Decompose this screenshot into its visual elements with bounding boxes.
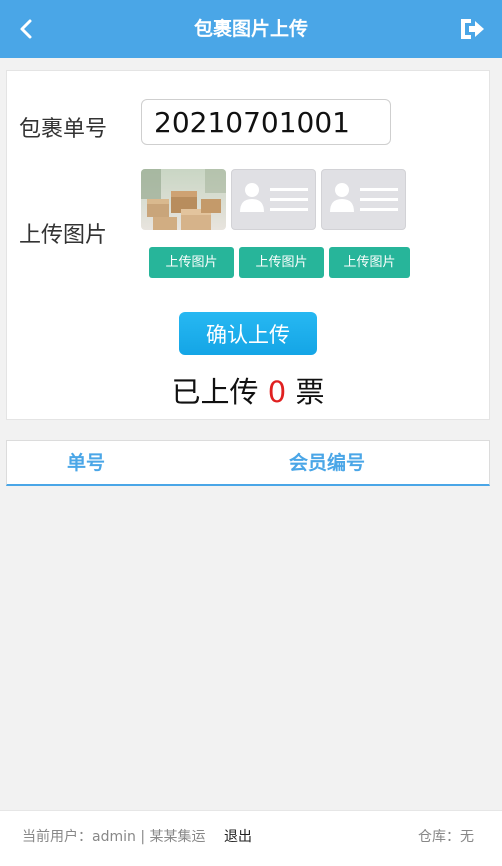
uploaded-count: 已上传 0 票: [7, 369, 489, 411]
upload-image-label: 上传图片: [19, 223, 108, 248]
image-placeholder-slot[interactable]: [321, 169, 406, 230]
logout-link[interactable]: 退出: [224, 811, 252, 863]
id-card-placeholder-icon: [330, 183, 398, 212]
uploaded-count-value: 0: [267, 375, 287, 409]
upload-image-button-3[interactable]: 上传图片: [329, 247, 410, 278]
page-title: 包裹图片上传: [193, 18, 308, 40]
current-user-info: 当前用户：admin | 某某集运: [22, 829, 206, 845]
results-table-header: 单号 会员编号: [6, 440, 490, 486]
confirm-upload-button[interactable]: 确认上传: [179, 312, 317, 355]
id-card-placeholder-icon: [240, 183, 308, 212]
footer-bar: 当前用户：admin | 某某集运 退出 仓库：无: [0, 810, 502, 866]
upload-image-button-1[interactable]: 上传图片: [149, 247, 234, 278]
warehouse-info: 仓库：无: [418, 829, 474, 845]
upload-form-card: 包裹单号 上传图片: [6, 70, 490, 420]
app-header: 包裹图片上传: [0, 0, 502, 58]
sign-out-icon[interactable]: [458, 16, 486, 42]
upload-image-button-2[interactable]: 上传图片: [239, 247, 324, 278]
column-header-order-number: 单号: [67, 452, 106, 474]
boxes-photo-icon: [141, 169, 226, 230]
image-placeholder-slot[interactable]: [231, 169, 316, 230]
uploaded-count-suffix: 票: [295, 375, 325, 409]
order-number-label: 包裹单号: [19, 117, 108, 142]
uploaded-image-thumbnail[interactable]: [141, 169, 226, 230]
uploaded-count-prefix: 已上传: [171, 375, 259, 409]
order-number-input[interactable]: [141, 99, 391, 145]
column-header-member-id: 会员编号: [289, 452, 366, 474]
